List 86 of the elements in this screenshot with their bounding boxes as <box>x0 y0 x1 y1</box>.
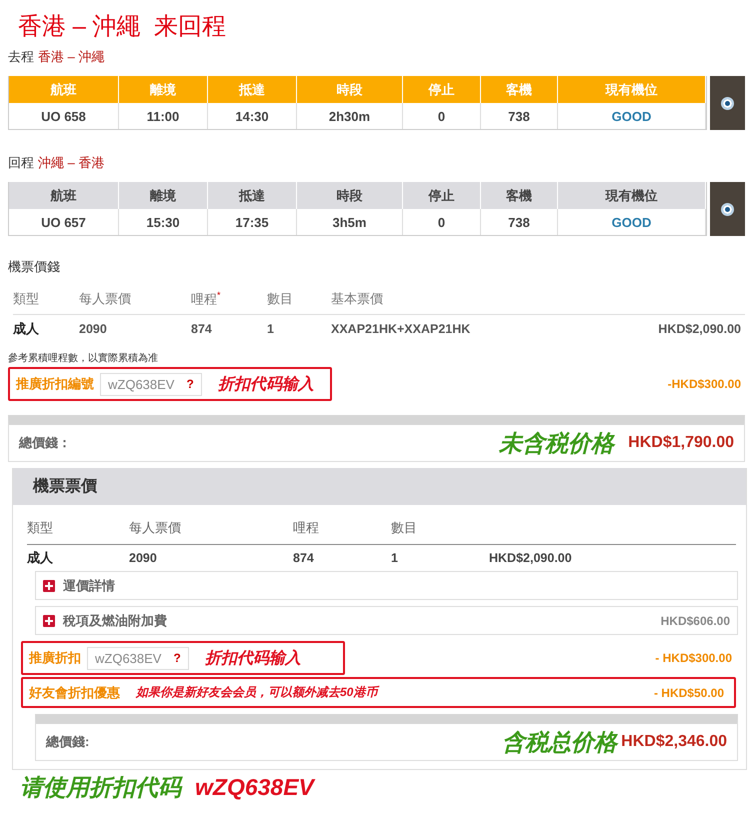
annotation-text: 如果你是新好友会会员，可以额外减去50港币 <box>136 684 378 701</box>
promo-code: wZQ638EV <box>195 774 314 801</box>
expand-icon[interactable] <box>43 580 55 592</box>
discount-amount: - HKD$50.00 <box>654 686 725 700</box>
table-cell: 14:30 <box>208 103 297 129</box>
table-cell-text: 1 <box>267 321 275 338</box>
radio-button[interactable] <box>721 202 734 216</box>
expander-row[interactable]: 稅項及燃油附加費 HKD$606.00 <box>35 606 738 635</box>
expand-icon[interactable] <box>43 614 55 626</box>
promo-label: 推廣折扣編號 <box>16 375 94 393</box>
leg-route: 香港 – 沖繩 <box>38 48 104 66</box>
column-header: 離境 <box>119 76 208 103</box>
column-header: 類型 <box>27 515 129 545</box>
column-header: 數目 <box>391 515 489 545</box>
column-header: 數目 <box>267 290 331 315</box>
table-cell-text: 874 <box>293 550 315 567</box>
leg-direction: 回程 <box>8 154 34 172</box>
column-header: 航班 <box>9 76 119 103</box>
column-header: 客機 <box>481 182 558 209</box>
table-cell: 15:30 <box>119 209 208 235</box>
table-cell-text: HKD$2,090.00 <box>489 550 573 567</box>
column-header: 哩程 <box>293 515 391 545</box>
column-header: 抵達 <box>208 182 297 209</box>
discount-amount: - HKD$300.00 <box>655 651 733 665</box>
page-title: 香港 – 沖繩 来回程 <box>18 12 228 42</box>
table-cell-text: 2090 <box>79 321 108 338</box>
table-cell: 11:00 <box>119 103 208 129</box>
column-header: 離境 <box>119 182 208 209</box>
total-amount: HKD$2,346.00 <box>621 733 727 751</box>
table-cell: GOOD <box>558 103 706 129</box>
table-cell: 738 <box>481 103 558 129</box>
column-header: 哩程$^{*}$ <box>191 290 267 315</box>
column-header: 時段 <box>297 76 403 103</box>
column-header: 現有機位 <box>558 76 706 103</box>
column-header: 時段 <box>297 182 403 209</box>
column-header: 每人票價 <box>79 290 191 315</box>
expander-label: 稅項及燃油附加費 <box>63 612 167 630</box>
radio-button[interactable] <box>721 96 734 110</box>
table-cell-text: 成人 <box>13 320 40 338</box>
table-cell-text: 成人 <box>27 549 54 567</box>
discount-label: 好友會折扣優惠 <box>29 684 120 702</box>
help-link[interactable]: ? <box>173 651 181 665</box>
table-cell-text: 2090 <box>129 550 158 567</box>
panel-heading: 機票票價 <box>13 468 746 505</box>
table-cell: UO 657 <box>9 209 119 235</box>
column-header: 類型 <box>13 290 79 315</box>
help-link[interactable]: ? <box>186 377 194 391</box>
promo-label: 推廣折扣 <box>29 649 81 667</box>
table-cell: 0 <box>403 209 481 235</box>
table-cell-text: XXAP21HK+XXAP21HK <box>331 321 472 338</box>
section-heading: 機票價錢 <box>8 258 61 276</box>
column-header: 客機 <box>481 76 558 103</box>
table-cell: 17:35 <box>208 209 297 235</box>
column-header: 每人票價 <box>129 515 293 545</box>
fee-amount: HKD$606.00 <box>660 614 730 628</box>
leg-route: 沖繩 – 香港 <box>38 154 104 172</box>
column-header: 航班 <box>9 182 119 209</box>
table-cell-text: HKD$2,090.00 <box>657 321 742 338</box>
table-cell: UO 658 <box>9 103 119 129</box>
column-header: 基本票價 <box>331 290 585 315</box>
table-cell-text: 1 <box>391 550 399 567</box>
annotation-text: 折扣代码输入 <box>204 648 301 668</box>
total-amount: HKD$1,790.00 <box>628 434 734 452</box>
column-header: 停止 <box>403 76 481 103</box>
code-field[interactable]: wZQ638EV <box>95 650 162 666</box>
table-cell: 738 <box>481 209 558 235</box>
column-header: 停止 <box>403 182 481 209</box>
table-cell: 2h30m <box>297 103 403 129</box>
discount-amount: -HKD$300.00 <box>668 377 742 391</box>
column-header: 抵達 <box>208 76 297 103</box>
table-cell-text: 874 <box>191 321 213 338</box>
annotation-text: 折扣代码输入 <box>218 374 314 394</box>
table-cell: GOOD <box>558 209 706 235</box>
code-field[interactable]: wZQ638EV <box>108 376 174 392</box>
total-label: 總價錢： <box>19 434 71 452</box>
table-cell: 0 <box>403 103 481 129</box>
expander-row[interactable]: 運價詳情 <box>35 571 738 600</box>
column-header: 現有機位 <box>558 182 706 209</box>
leg-direction: 去程 <box>8 48 34 66</box>
annotation-text: 请使用折扣代码 <box>20 773 181 802</box>
footnote: 參考累積哩程數，以實際累積為准 <box>8 352 159 365</box>
annotation-text: 未含税价格 <box>499 428 614 458</box>
expander-label: 運價詳情 <box>63 576 115 594</box>
annotation-text: 含税总价格 <box>502 728 618 756</box>
table-cell: 3h5m <box>297 209 403 235</box>
total-label: 總價錢: <box>46 733 90 751</box>
